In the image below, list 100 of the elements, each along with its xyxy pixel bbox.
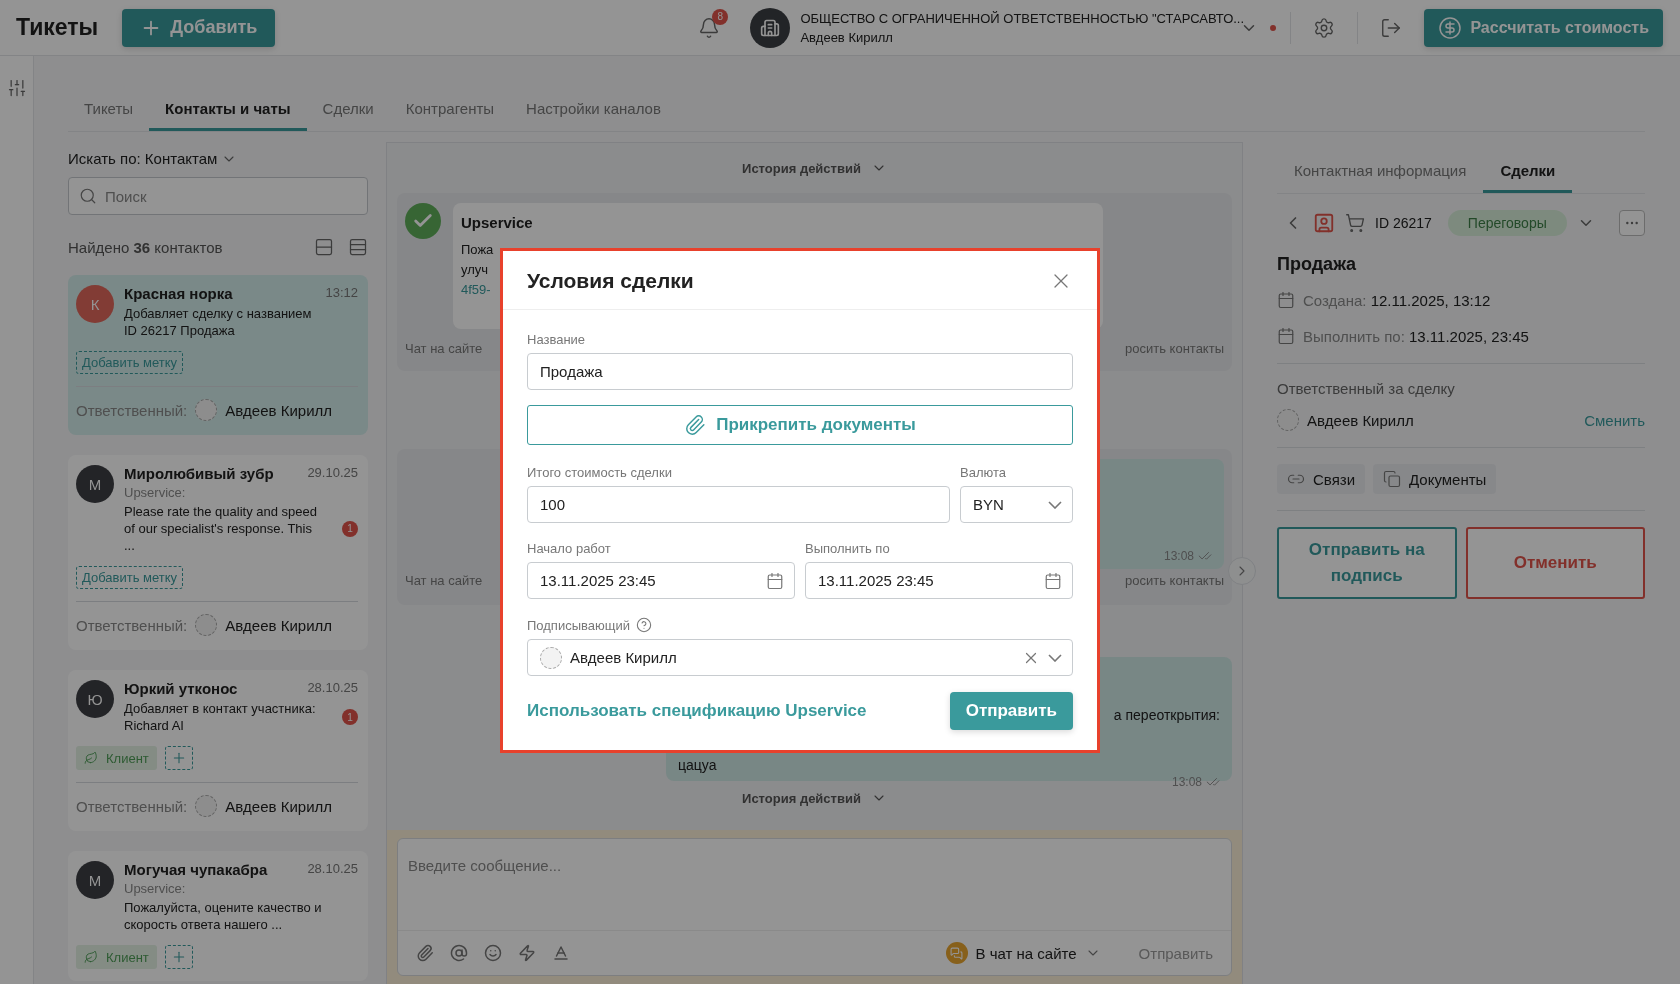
name-field[interactable]: Продажа xyxy=(527,353,1073,390)
channel-label: Чат на сайте xyxy=(405,340,483,356)
specification-link[interactable]: Использовать спецификацию Upservice xyxy=(527,701,867,721)
field-label: Начало работ xyxy=(527,541,612,556)
lightning-icon[interactable] xyxy=(518,944,536,962)
last-message: Please rate the quality and speed of our specialist's response. This ... xyxy=(124,503,318,554)
tab[interactable]: Настройки каналов xyxy=(510,100,677,131)
documents-icon xyxy=(1383,470,1401,488)
change-link[interactable]: Сменить xyxy=(1584,411,1645,429)
tab[interactable]: Контакты и чаты xyxy=(149,100,307,131)
tag-label: Клиент xyxy=(106,949,149,965)
status-dot-icon xyxy=(1270,24,1277,31)
calculate-cost-button[interactable]: Рассчитать стоимость xyxy=(1424,8,1663,47)
contact-icon xyxy=(1313,212,1335,234)
signer-select[interactable]: Авдеев Кирилл xyxy=(527,639,1073,676)
submit-button[interactable]: Отправить xyxy=(949,692,1073,730)
last-message: Добавляет сделку с названием ID 26217 Продажа xyxy=(124,305,313,339)
user-avatar-icon xyxy=(540,646,562,669)
send-button[interactable]: Отправить xyxy=(1138,944,1213,962)
contacts-count: Найдено 36 контактов xyxy=(68,238,224,256)
paperclip-icon xyxy=(684,414,707,436)
user-avatar-icon xyxy=(195,614,218,636)
date-field[interactable]: 13.11.2025 23:45 xyxy=(805,562,1073,599)
chevron-down-icon xyxy=(1048,653,1062,662)
settings-icon[interactable] xyxy=(1313,16,1336,39)
calendar-icon xyxy=(1044,571,1062,590)
request-contacts-link[interactable]: росить контакты xyxy=(1125,340,1224,356)
tab[interactable]: Тикеты xyxy=(68,100,150,131)
responsible-name: Авдеев Кирилл xyxy=(225,401,333,419)
more-button[interactable] xyxy=(1619,210,1645,236)
text-format-icon[interactable] xyxy=(552,944,570,962)
request-contacts-link[interactable]: росить контакты xyxy=(1125,572,1224,588)
search-by-dropdown[interactable]: Искать по: Контактам xyxy=(68,150,368,167)
contact-card[interactable]: К Красная норка 13:12 Добавляет сделку с названием ID 26217 Продажа Добавить метку Ответственный: Авдеев Кирилл xyxy=(68,275,368,435)
responsible-name: Авдеев Кирилл xyxy=(225,797,333,815)
contact-time: 13:12 xyxy=(325,285,358,302)
emoji-icon[interactable] xyxy=(484,944,502,962)
field-label: Итого стоимость сделки xyxy=(527,465,673,480)
last-message: Пожалуйста, оцените качество и скорость ответа нашего ... xyxy=(124,899,323,933)
attach-documents-button[interactable]: Прикрепить документы xyxy=(527,405,1073,445)
links-button[interactable]: Связи xyxy=(1277,464,1365,494)
contact-name: Миролюбивый зубр xyxy=(124,465,274,482)
unread-badge: 1 xyxy=(342,520,358,537)
contact-name: Юркий утконос xyxy=(124,680,238,697)
responsible-label: Ответственный: xyxy=(76,616,188,634)
chat-bubble-icon xyxy=(945,942,968,964)
notification-badge: 8 xyxy=(712,8,729,25)
organization-name: ОБЩЕСТВО С ОГРАНИЧЕННОЙ ОТВЕТСТВЕННОСТЬЮ "СТАРСАВТО... xyxy=(800,10,1241,26)
contact-avatar: К xyxy=(76,285,114,323)
field-label: Название xyxy=(527,332,587,347)
add-tag-button[interactable] xyxy=(164,945,193,969)
tab[interactable]: Сделки xyxy=(1483,162,1573,193)
add-tag-button[interactable]: Добавить метку xyxy=(76,566,184,589)
stage-badge[interactable]: Переговоры xyxy=(1447,210,1567,236)
message-link[interactable]: 4f59- xyxy=(461,280,491,300)
read-check-icon xyxy=(1198,549,1212,563)
cancel-button[interactable]: Отменить xyxy=(1465,527,1645,599)
due-date: Выполнить по: 13.11.2025, 23:45 xyxy=(1303,327,1529,345)
search-field[interactable]: Поиск xyxy=(68,177,368,215)
deal-id: ID 26217 xyxy=(1375,215,1432,231)
documents-button[interactable]: Документы xyxy=(1373,464,1497,494)
building-icon xyxy=(750,7,791,48)
channel-dropdown[interactable]: В чат на сайте xyxy=(945,942,1101,964)
calendar-icon xyxy=(1277,291,1295,309)
add-button[interactable]: Добавить xyxy=(122,8,276,47)
help-icon xyxy=(636,617,652,633)
responsible-label: Ответственный за сделку xyxy=(1277,380,1456,397)
total-field[interactable]: 100 xyxy=(527,486,950,523)
add-tag-button[interactable] xyxy=(164,746,193,770)
responsible-label: Ответственный: xyxy=(76,401,188,419)
user-name: Авдеев Кирилл xyxy=(800,29,894,45)
currency-select[interactable]: BYN xyxy=(960,486,1073,523)
leaf-icon xyxy=(84,751,98,765)
message-sender: Upservice xyxy=(461,214,533,232)
message-text: цацуа xyxy=(678,756,717,775)
list-view-icon[interactable] xyxy=(348,237,368,257)
contact-avatar: М xyxy=(76,861,114,899)
logout-icon[interactable] xyxy=(1380,16,1403,39)
tag-label: Клиент xyxy=(106,750,149,766)
responsible-name: Авдеев Кирилл xyxy=(1307,411,1414,429)
tab[interactable]: Контрагенты xyxy=(389,100,511,131)
contact-name: Красная норка xyxy=(124,285,233,302)
field-label: Валюта xyxy=(960,465,1007,480)
history-toggle[interactable]: История действий xyxy=(397,143,1232,193)
message-input[interactable]: Введите сообщение... xyxy=(398,839,1231,931)
created-date: Создана: 12.11.2025, 13:12 xyxy=(1303,291,1491,309)
contact-card[interactable]: Ю Юркий утконос 28.10.25 Добавляет в контакт участника: Richard AI 1 Клиент Ответственный: Авдеев Кирилл xyxy=(68,670,368,831)
search-icon xyxy=(79,187,97,205)
send-for-signature-button[interactable]: Отправить на подпись xyxy=(1277,527,1457,599)
contact-card[interactable]: М Миролюбивый зубр 29.10.25 Upservice: Please rate the quality and speed of our specialist's response. This ... 1 Добавить метку Ответственный: Авдеев Кирилл xyxy=(68,455,368,650)
tab[interactable]: Контактная информация xyxy=(1277,162,1484,193)
dialog-title: Условия сделки xyxy=(527,269,694,293)
date-field[interactable]: 13.11.2025 23:45 xyxy=(527,562,795,599)
tab[interactable]: Сделки xyxy=(306,100,390,131)
add-tag-button[interactable]: Добавить метку xyxy=(76,351,184,374)
user-avatar-icon xyxy=(195,399,218,421)
contact-card[interactable]: М Могучая чупакабра 28.10.25 Upservice: Пожалуйста, оцените качество и скорость ответа нашего ... Клиент xyxy=(68,851,368,981)
mention-icon[interactable] xyxy=(450,944,468,962)
attach-icon[interactable] xyxy=(416,944,434,962)
compact-view-icon[interactable] xyxy=(314,237,334,257)
